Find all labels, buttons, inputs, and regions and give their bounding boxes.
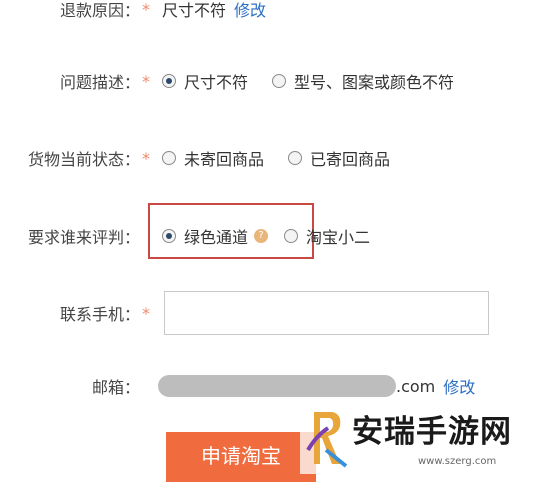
goods-status-row: 货物当前状态： * 未寄回商品 已寄回商品 — [0, 138, 550, 178]
watermark-url: www.szerg.com — [418, 456, 497, 467]
arbitrator-options: 绿色通道 ? 淘宝小二 — [162, 224, 394, 248]
email-row: 邮箱： .com 修改 — [0, 366, 550, 406]
goods-status-options: 未寄回商品 已寄回商品 — [162, 146, 414, 170]
required-star: * — [142, 148, 150, 168]
problem-desc-options: 尺寸不符 型号、图案或颜色不符 — [162, 69, 478, 93]
phone-label: 联系手机： — [59, 305, 140, 324]
submit-button[interactable]: 申请淘宝 — [166, 432, 316, 482]
help-icon[interactable]: ? — [254, 229, 269, 243]
arbitrator-row: 要求谁来评判： 绿色通道 ? 淘宝小二 — [0, 216, 550, 256]
option-label: 尺寸不符 — [184, 73, 249, 92]
refund-reason-label: 退款原因： — [59, 1, 140, 20]
email-edit-link[interactable]: 修改 — [443, 374, 475, 398]
refund-reason-field: 尺寸不符 修改 — [162, 0, 266, 21]
watermark: 安瑞手游网 www.szerg.com — [300, 404, 550, 474]
email-suffix: .com — [396, 376, 436, 396]
problem-desc-option-size[interactable]: 尺寸不符 — [162, 69, 248, 93]
required-star: * — [142, 0, 150, 19]
radio-checked-icon[interactable] — [162, 229, 176, 243]
radio-unchecked-icon[interactable] — [288, 151, 303, 165]
radio-unchecked-icon[interactable] — [272, 74, 287, 88]
radio-checked-icon[interactable] — [162, 74, 176, 88]
option-label: 绿色通道 — [184, 228, 249, 247]
radio-unchecked-icon[interactable] — [162, 151, 176, 165]
submit-label: 申请淘宝 — [201, 443, 281, 468]
email-field: .com 修改 — [158, 374, 475, 398]
problem-desc-option-model[interactable]: 型号、图案或颜色不符 — [272, 69, 454, 93]
refund-reason-edit-link[interactable]: 修改 — [234, 0, 266, 21]
required-star: * — [142, 71, 150, 91]
refund-reason-value: 尺寸不符 — [162, 1, 227, 20]
option-label: 型号、图案或颜色不符 — [294, 73, 455, 92]
phone-input[interactable] — [164, 291, 489, 335]
option-label: 已寄回商品 — [310, 150, 391, 169]
refund-reason-row: 退款原因： * 尺寸不符 修改 — [0, 0, 550, 29]
goods-status-label: 货物当前状态： — [27, 150, 140, 169]
watermark-logo-icon — [306, 412, 348, 468]
problem-desc-row: 问题描述： * 尺寸不符 型号、图案或颜色不符 — [0, 61, 550, 101]
goods-status-option-not-returned[interactable]: 未寄回商品 — [162, 146, 264, 170]
problem-desc-label: 问题描述： — [59, 73, 140, 92]
email-redacted-bar — [158, 375, 396, 397]
radio-unchecked-icon[interactable] — [284, 229, 299, 243]
email-label: 邮箱： — [91, 378, 140, 397]
required-star: * — [142, 303, 150, 323]
option-label: 淘宝小二 — [306, 228, 371, 247]
watermark-title: 安瑞手游网 — [352, 414, 512, 450]
arbitrator-label: 要求谁来评判： — [27, 228, 140, 247]
option-label: 未寄回商品 — [184, 150, 265, 169]
arbitrator-option-taobao-staff[interactable]: 淘宝小二 — [284, 224, 370, 248]
arbitrator-option-green-channel[interactable]: 绿色通道 ? — [162, 224, 269, 248]
goods-status-option-returned[interactable]: 已寄回商品 — [288, 146, 390, 170]
